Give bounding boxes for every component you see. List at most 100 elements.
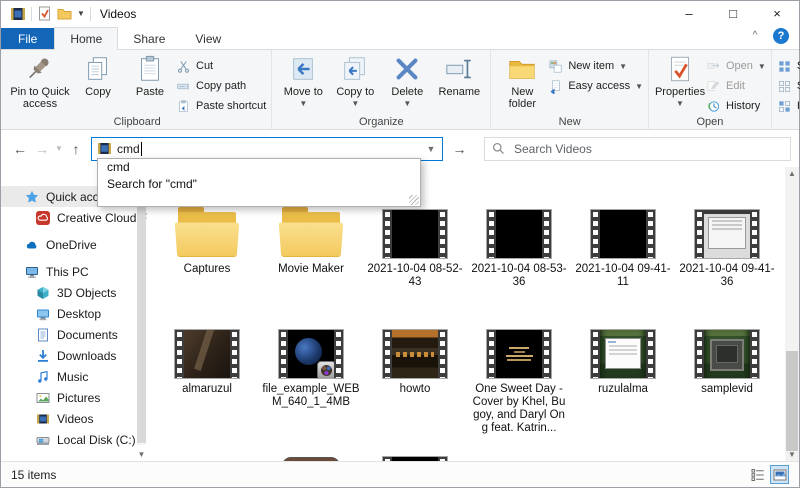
history-button[interactable]: History	[706, 98, 766, 114]
file-item-2021-10-04-09-41-36[interactable]: 2021-10-04 09-41-36	[675, 201, 779, 289]
file-name: ruzulalma	[598, 383, 648, 395]
sidebar-item-this-pc[interactable]: This PC	[1, 261, 147, 282]
open-button[interactable]: Open ▼	[706, 58, 766, 74]
button-label: Move to	[283, 86, 323, 98]
copy-button[interactable]: Copy	[72, 53, 124, 99]
properties-icon	[665, 54, 695, 84]
thumbnail-wrap	[382, 321, 448, 379]
file-name: howto	[399, 383, 431, 395]
tab-share[interactable]: Share	[118, 28, 180, 49]
file-item-samplevid[interactable]: samplevid	[675, 321, 779, 435]
scroll-down-icon[interactable]: ▼	[785, 450, 799, 459]
invert-selection-button[interactable]: Invert selection	[777, 98, 800, 114]
ribbon-group-organize: Move to ▼ Copy to ▼ Delete ▼ Rename Organize	[272, 50, 492, 129]
search-input[interactable]	[512, 140, 790, 157]
file-item-ruzulalma[interactable]: ruzulalma	[571, 321, 675, 435]
address-input-value[interactable]: cmd	[117, 142, 140, 156]
file-item-2021-10-04-08-53-36[interactable]: 2021-10-04 08-53-36	[467, 201, 571, 289]
file-item-captures[interactable]: Captures	[155, 201, 259, 289]
new-folder-quick-icon[interactable]	[57, 6, 72, 21]
file-name: 2021-10-04 08-52-43	[367, 263, 463, 288]
autocomplete-item[interactable]: Search for "cmd"	[98, 176, 420, 193]
help-icon[interactable]: ?	[773, 28, 789, 44]
file-item[interactable]	[363, 444, 467, 461]
select-all-button[interactable]: Select all	[777, 58, 800, 74]
customize-qat-arrow-icon[interactable]: ▼	[77, 9, 85, 18]
go-to-icon[interactable]: →	[446, 137, 473, 161]
copy-path-button[interactable]: Copy path	[176, 78, 266, 94]
tab-file[interactable]: File	[1, 28, 55, 49]
minimize-button[interactable]: –	[667, 1, 711, 26]
file-item-almaruzul[interactable]: almaruzul	[155, 321, 259, 435]
properties-quick-icon[interactable]	[37, 6, 52, 21]
back-icon[interactable]: ←	[9, 141, 31, 157]
scroll-up-icon[interactable]: ▲	[785, 169, 799, 178]
sidebar-item-local-disk-c[interactable]: Local Disk (C:)	[1, 429, 147, 450]
video-thumbnail	[486, 329, 552, 379]
text-cursor	[140, 141, 142, 156]
file-item-howto[interactable]: howto	[363, 321, 467, 435]
maximize-button[interactable]: □	[711, 1, 755, 26]
forward-icon[interactable]: →	[31, 141, 53, 157]
address-dropdown-chevron-icon[interactable]: ▼	[420, 138, 442, 160]
dropdown-caret-icon: ▼	[619, 61, 628, 71]
sidebar-item-videos[interactable]: Videos	[1, 408, 147, 429]
paste-shortcut-button[interactable]: Paste shortcut	[176, 98, 266, 114]
delete-button[interactable]: Delete ▼	[381, 53, 433, 111]
file-item-2021-10-04-08-52-43[interactable]: 2021-10-04 08-52-43	[363, 201, 467, 289]
sidebar-item-label: Videos	[57, 411, 94, 426]
file-item-2021-10-04-09-41-11[interactable]: 2021-10-04 09-41-11	[571, 201, 675, 289]
paste-button[interactable]: Paste	[124, 53, 176, 99]
scrollbar-thumb[interactable]	[137, 188, 146, 443]
button-label: Easy access	[568, 80, 631, 92]
close-button[interactable]: ×	[755, 1, 799, 26]
select-none-button[interactable]: Select none	[777, 78, 800, 94]
pin-to-quick-access-button[interactable]: Pin to Quick access	[8, 53, 72, 111]
up-icon[interactable]: ↑	[65, 141, 87, 157]
cut-icon	[176, 59, 191, 74]
sidebar-item-onedrive[interactable]: OneDrive	[1, 234, 147, 255]
easy-access-button[interactable]: Easy access ▼	[548, 78, 643, 94]
copy-to-button[interactable]: Copy to ▼	[329, 53, 381, 111]
sidebar-item-creative-cloud-fil[interactable]: Creative Cloud Fil	[1, 207, 147, 228]
scrollbar-thumb[interactable]	[786, 351, 798, 451]
sidebar-item-documents[interactable]: Documents	[1, 324, 147, 345]
button-label: Copy to	[336, 86, 375, 98]
new-folder-icon	[507, 54, 537, 84]
file-item-movie-maker[interactable]: Movie Maker	[259, 201, 363, 289]
thumbnail-view-button[interactable]	[770, 465, 789, 484]
tab-view[interactable]: View	[180, 28, 236, 49]
main-scrollbar[interactable]: ▲ ▼	[785, 167, 799, 461]
tab-home[interactable]: Home	[54, 27, 119, 50]
sidebar-item-downloads[interactable]: Downloads	[1, 345, 147, 366]
address-bar[interactable]: cmd ▼	[91, 136, 443, 161]
resize-grip[interactable]	[409, 195, 419, 205]
scroll-down-icon[interactable]: ▼	[137, 450, 146, 459]
thumbnail-wrap	[590, 201, 656, 259]
sidebar-scrollbar[interactable]	[137, 185, 146, 445]
sidebar-item-desktop[interactable]: Desktop	[1, 303, 147, 324]
select-none-icon	[777, 79, 792, 94]
file-item-one-sweet-day-cover-by-khel-bugoy-and-da[interactable]: One Sweet Day - Cover by Khel, Bugoy, an…	[467, 321, 571, 435]
video-thumbnail	[278, 329, 344, 379]
move-to-button[interactable]: Move to ▼	[277, 53, 329, 111]
sidebar-item-pictures[interactable]: Pictures	[1, 387, 147, 408]
file-item-file-example-webm-640-1-4mb[interactable]: file_example_WEBM_640_1_4MB	[259, 321, 363, 435]
collapse-ribbon-icon[interactable]: ^	[747, 30, 763, 41]
search-box[interactable]	[484, 136, 791, 161]
sidebar-item-music[interactable]: Music	[1, 366, 147, 387]
sidebar-item-3d-objects[interactable]: 3D Objects	[1, 282, 147, 303]
thumbnail-wrap	[174, 321, 240, 379]
file-item[interactable]	[259, 444, 363, 461]
autocomplete-item[interactable]: cmd	[98, 159, 420, 176]
new-folder-button[interactable]: New folder	[496, 53, 548, 111]
cut-button[interactable]: Cut	[176, 58, 266, 74]
list-view-button[interactable]	[748, 465, 767, 484]
recent-locations-chevron-icon[interactable]: ▼	[53, 144, 65, 153]
edit-button[interactable]: Edit	[706, 78, 766, 94]
dropdown-caret-icon: ▼	[403, 99, 412, 108]
properties-button[interactable]: Properties ▼	[654, 53, 706, 111]
sidebar-item-label: Documents	[57, 327, 118, 342]
rename-button[interactable]: Rename	[433, 53, 485, 99]
new-item-button[interactable]: New item ▼	[548, 58, 643, 74]
